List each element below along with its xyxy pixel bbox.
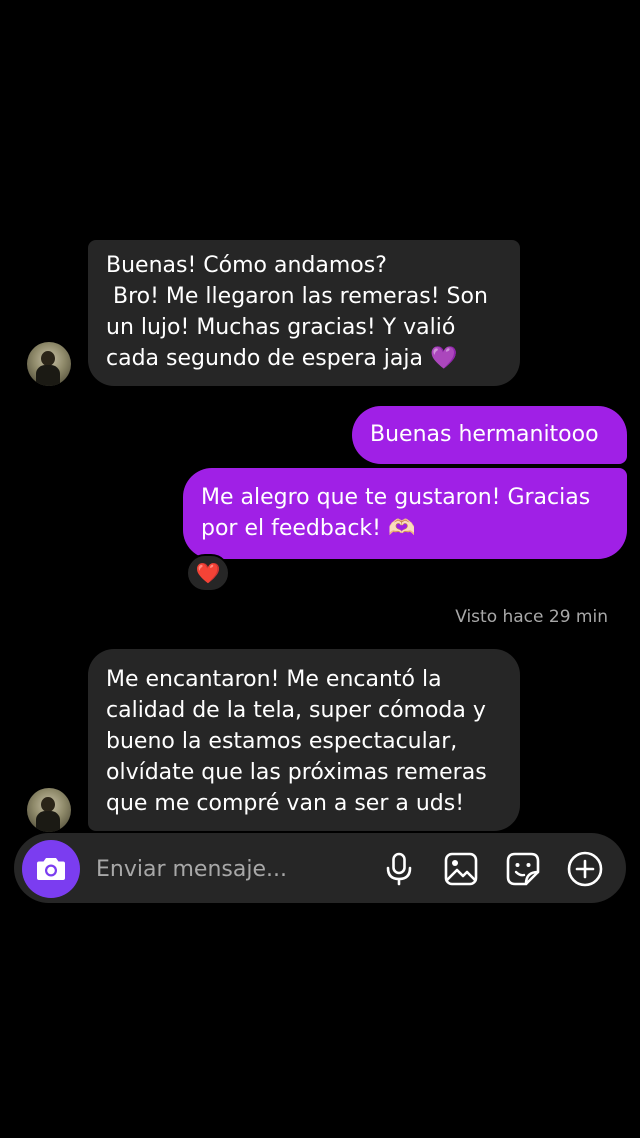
sticker-button[interactable] [505, 851, 541, 887]
gallery-icon [444, 852, 478, 886]
plus-icon [567, 851, 603, 887]
sticker-icon [506, 852, 540, 886]
microphone-button[interactable] [381, 851, 417, 887]
avatar-head [41, 797, 55, 812]
camera-button[interactable] [22, 840, 80, 898]
message-bubble-incoming[interactable]: Buenas! Cómo andamos? Bro! Me llegaron l… [88, 240, 520, 386]
seen-status: Visto hace 29 min [455, 607, 608, 627]
message-bubble-incoming[interactable]: Me encantaron! Me encantó la calidad de … [88, 649, 520, 831]
contact-avatar[interactable] [27, 788, 71, 832]
heart-reaction[interactable]: ❤️ [186, 554, 230, 592]
avatar-head [41, 351, 55, 366]
camera-icon [37, 858, 65, 880]
avatar-body [36, 365, 60, 386]
add-button[interactable] [567, 851, 603, 887]
message-composer [14, 833, 626, 903]
gallery-button[interactable] [443, 851, 479, 887]
avatar-body [36, 811, 60, 832]
message-input[interactable] [94, 851, 368, 887]
microphone-icon [386, 852, 412, 886]
message-bubble-outgoing[interactable]: Buenas hermanitooo [352, 406, 627, 464]
contact-avatar[interactable] [27, 342, 71, 386]
message-bubble-outgoing[interactable]: Me alegro que te gustaron! Gracias por e… [183, 468, 627, 559]
